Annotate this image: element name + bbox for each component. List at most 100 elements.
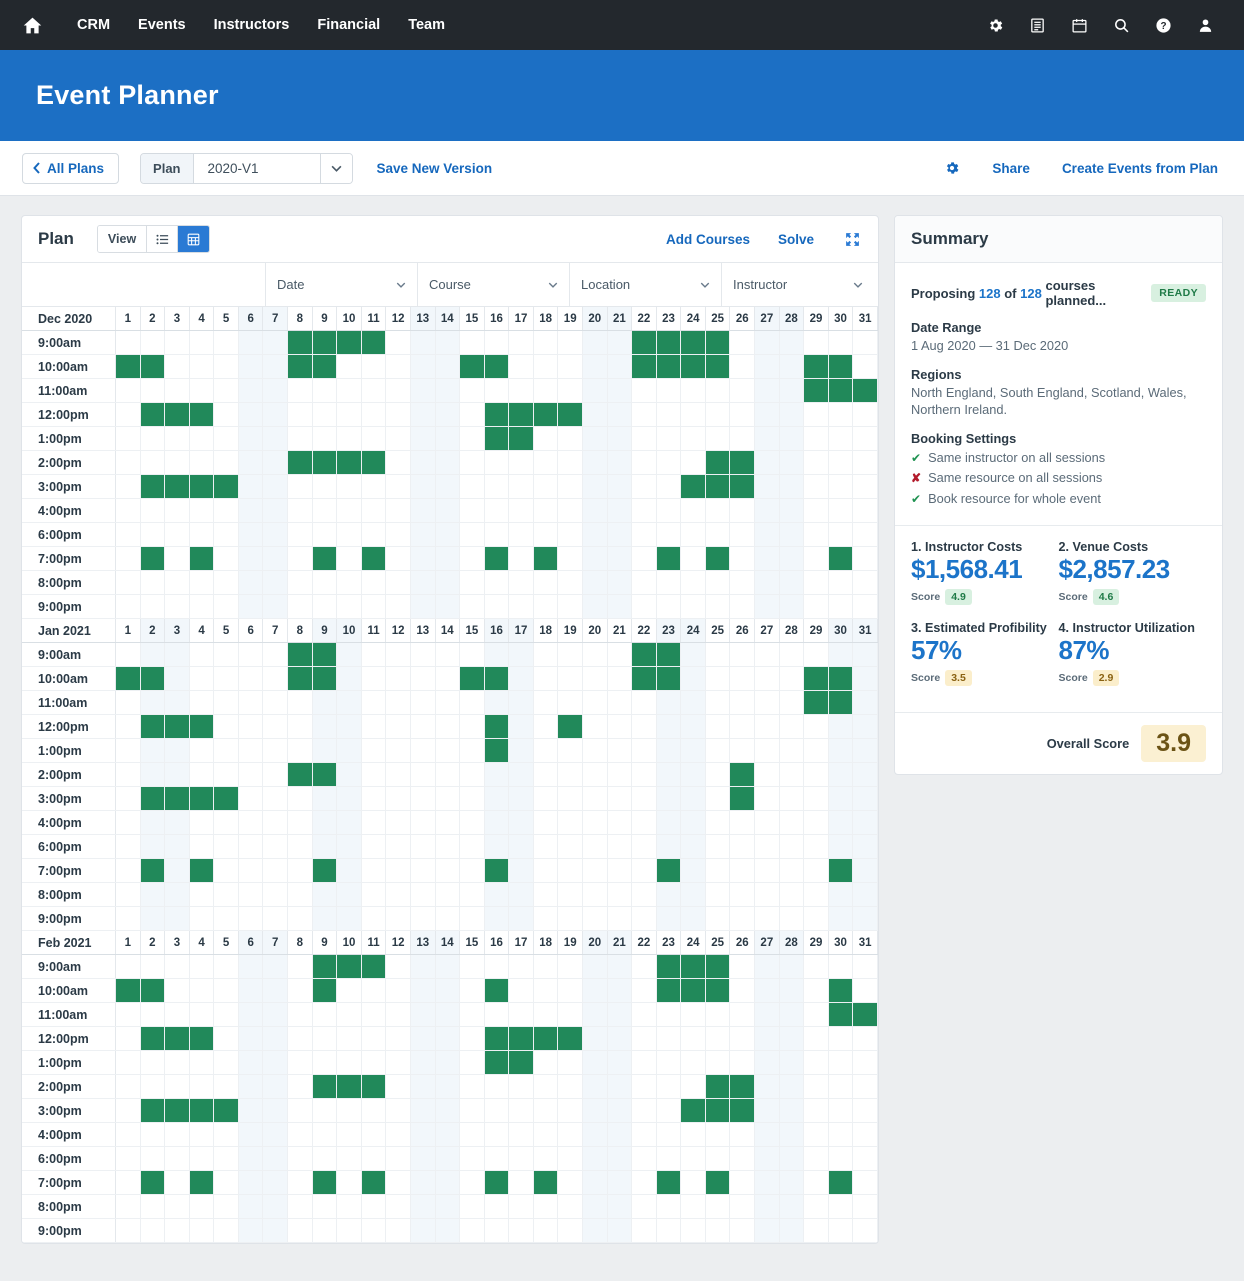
empty-slot-cell[interactable] xyxy=(435,883,461,906)
empty-slot-cell[interactable] xyxy=(386,1123,411,1146)
empty-slot-cell[interactable] xyxy=(632,523,657,546)
empty-slot-cell[interactable] xyxy=(460,1075,485,1098)
empty-slot-cell[interactable] xyxy=(312,1003,338,1026)
empty-slot-cell[interactable] xyxy=(582,475,608,498)
empty-slot-cell[interactable] xyxy=(730,643,756,666)
empty-slot-cell[interactable] xyxy=(312,907,338,930)
empty-slot-cell[interactable] xyxy=(214,1195,239,1218)
empty-slot-cell[interactable] xyxy=(509,643,534,666)
empty-slot-cell[interactable] xyxy=(189,979,215,1002)
empty-slot-cell[interactable] xyxy=(484,835,510,858)
empty-slot-cell[interactable] xyxy=(804,523,829,546)
empty-slot-cell[interactable] xyxy=(681,883,706,906)
empty-slot-cell[interactable] xyxy=(607,979,633,1002)
booked-slot-cell[interactable] xyxy=(558,1027,583,1050)
empty-slot-cell[interactable] xyxy=(681,1027,706,1050)
empty-slot-cell[interactable] xyxy=(558,1171,583,1194)
empty-slot-cell[interactable] xyxy=(238,379,264,402)
empty-slot-cell[interactable] xyxy=(705,1219,731,1242)
empty-slot-cell[interactable] xyxy=(214,1003,239,1026)
empty-slot-cell[interactable] xyxy=(337,907,362,930)
empty-slot-cell[interactable] xyxy=(312,595,338,618)
booked-slot-cell[interactable] xyxy=(460,355,485,378)
empty-slot-cell[interactable] xyxy=(189,1123,215,1146)
create-events-from-plan-button[interactable]: Create Events from Plan xyxy=(1046,161,1222,176)
empty-slot-cell[interactable] xyxy=(312,475,338,498)
empty-slot-cell[interactable] xyxy=(410,955,436,978)
booked-slot-cell[interactable] xyxy=(361,331,387,354)
empty-slot-cell[interactable] xyxy=(779,1003,805,1026)
empty-slot-cell[interactable] xyxy=(165,835,190,858)
empty-slot-cell[interactable] xyxy=(361,907,387,930)
empty-slot-cell[interactable] xyxy=(410,667,436,690)
chevron-down-icon[interactable] xyxy=(319,153,352,183)
empty-slot-cell[interactable] xyxy=(263,835,289,858)
empty-slot-cell[interactable] xyxy=(558,475,583,498)
empty-slot-cell[interactable] xyxy=(238,955,264,978)
empty-slot-cell[interactable] xyxy=(460,643,485,666)
empty-slot-cell[interactable] xyxy=(509,1147,534,1170)
empty-slot-cell[interactable] xyxy=(140,883,166,906)
empty-slot-cell[interactable] xyxy=(361,1003,387,1026)
empty-slot-cell[interactable] xyxy=(779,859,805,882)
empty-slot-cell[interactable] xyxy=(337,475,362,498)
empty-slot-cell[interactable] xyxy=(165,1003,190,1026)
empty-slot-cell[interactable] xyxy=(214,1147,239,1170)
empty-slot-cell[interactable] xyxy=(410,331,436,354)
empty-slot-cell[interactable] xyxy=(779,523,805,546)
empty-slot-cell[interactable] xyxy=(288,499,313,522)
booked-slot-cell[interactable] xyxy=(288,331,313,354)
empty-slot-cell[interactable] xyxy=(755,739,780,762)
empty-slot-cell[interactable] xyxy=(165,523,190,546)
empty-slot-cell[interactable] xyxy=(607,1075,633,1098)
empty-slot-cell[interactable] xyxy=(460,523,485,546)
empty-slot-cell[interactable] xyxy=(386,1003,411,1026)
empty-slot-cell[interactable] xyxy=(337,979,362,1002)
empty-slot-cell[interactable] xyxy=(681,571,706,594)
empty-slot-cell[interactable] xyxy=(410,739,436,762)
booked-slot-cell[interactable] xyxy=(116,667,141,690)
empty-slot-cell[interactable] xyxy=(435,1171,461,1194)
help-icon[interactable]: ? xyxy=(1142,10,1184,40)
empty-slot-cell[interactable] xyxy=(804,643,829,666)
empty-slot-cell[interactable] xyxy=(288,739,313,762)
empty-slot-cell[interactable] xyxy=(435,643,461,666)
empty-slot-cell[interactable] xyxy=(804,835,829,858)
empty-slot-cell[interactable] xyxy=(582,811,608,834)
empty-slot-cell[interactable] xyxy=(460,427,485,450)
empty-slot-cell[interactable] xyxy=(779,691,805,714)
empty-slot-cell[interactable] xyxy=(189,355,215,378)
empty-slot-cell[interactable] xyxy=(214,379,239,402)
empty-slot-cell[interactable] xyxy=(337,859,362,882)
booked-slot-cell[interactable] xyxy=(656,643,682,666)
empty-slot-cell[interactable] xyxy=(312,379,338,402)
empty-slot-cell[interactable] xyxy=(730,331,756,354)
empty-slot-cell[interactable] xyxy=(828,1075,854,1098)
empty-slot-cell[interactable] xyxy=(804,763,829,786)
empty-slot-cell[interactable] xyxy=(533,451,559,474)
empty-slot-cell[interactable] xyxy=(165,427,190,450)
empty-slot-cell[interactable] xyxy=(337,403,362,426)
empty-slot-cell[interactable] xyxy=(410,835,436,858)
empty-slot-cell[interactable] xyxy=(509,979,534,1002)
empty-slot-cell[interactable] xyxy=(607,379,633,402)
empty-slot-cell[interactable] xyxy=(730,1195,756,1218)
empty-slot-cell[interactable] xyxy=(681,787,706,810)
empty-slot-cell[interactable] xyxy=(263,667,289,690)
empty-slot-cell[interactable] xyxy=(312,523,338,546)
empty-slot-cell[interactable] xyxy=(337,1147,362,1170)
empty-slot-cell[interactable] xyxy=(410,1051,436,1074)
empty-slot-cell[interactable] xyxy=(509,547,534,570)
empty-slot-cell[interactable] xyxy=(140,1123,166,1146)
empty-slot-cell[interactable] xyxy=(288,1051,313,1074)
empty-slot-cell[interactable] xyxy=(484,499,510,522)
empty-slot-cell[interactable] xyxy=(755,1123,780,1146)
empty-slot-cell[interactable] xyxy=(386,427,411,450)
booked-slot-cell[interactable] xyxy=(804,691,829,714)
empty-slot-cell[interactable] xyxy=(312,1123,338,1146)
empty-slot-cell[interactable] xyxy=(730,403,756,426)
empty-slot-cell[interactable] xyxy=(484,787,510,810)
empty-slot-cell[interactable] xyxy=(804,1003,829,1026)
empty-slot-cell[interactable] xyxy=(705,859,731,882)
empty-slot-cell[interactable] xyxy=(853,643,878,666)
